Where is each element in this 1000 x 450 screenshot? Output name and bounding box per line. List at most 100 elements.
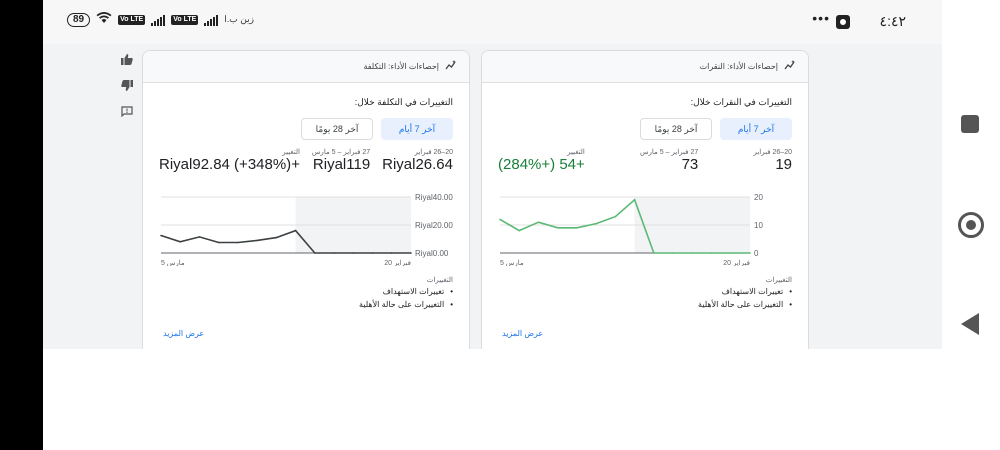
metric-previous: 27 فبراير – 5 مارس Riyal119 (312, 148, 370, 174)
feedback-actions (121, 54, 133, 132)
data-point (179, 241, 182, 243)
data-point (160, 234, 162, 237)
metric-value: Riyal26.64 (382, 156, 453, 173)
home-button[interactable] (958, 212, 984, 238)
status-icons: 89 Vo LTE Vo LTE زين ب.ا (67, 12, 254, 27)
data-point (749, 252, 751, 254)
cost-chart: Riyal40.00 Riyal20.00 Riyal0.00 5 مارس 20 فب… (143, 181, 469, 266)
card-header: إحصاءات الأداء: النقرات (482, 51, 808, 83)
data-point (314, 252, 316, 254)
clicks-chart-svg: 20 10 0 5 مارس 20 فبراير (499, 193, 763, 266)
recent-apps-button[interactable] (961, 115, 979, 133)
status-bar: 89 Vo LTE Vo LTE زين ب.ا ••• ٤:٤٢ (43, 0, 942, 44)
clicks-chart: 20 10 0 5 مارس 20 فبراير (482, 181, 808, 266)
data-point (256, 239, 258, 242)
metric-change: التغيير +Riyal92.84 (+348%) (159, 148, 300, 174)
card-title: إحصاءات الأداء: التكلفة (363, 62, 439, 71)
y-tick-label: Riyal40.00 (415, 193, 453, 202)
data-point (710, 252, 713, 254)
metric-value: 73 (681, 156, 699, 173)
metric-current: 20–26 فبراير 19 (753, 148, 792, 174)
y-tick-label: 10 (754, 221, 763, 230)
see-more-link[interactable]: عرض المزيد (502, 329, 543, 338)
y-tick-label: Riyal20.00 (415, 221, 453, 230)
card-header: إحصاءات الأداء: التكلفة (143, 51, 469, 83)
card-title: إحصاءات الأداء: النقرات (699, 62, 778, 71)
metric-change: التغيير +54 (+284%) (498, 148, 585, 174)
metrics-row: 20–26 فبراير Riyal26.64 27 فبراير – 5 ما… (159, 148, 453, 174)
volte-icon: Vo LTE (118, 14, 146, 25)
data-point (410, 252, 412, 254)
x-tick-label: 5 مارس (161, 259, 185, 266)
data-point (198, 236, 201, 238)
thumb-down-icon[interactable] (121, 80, 133, 94)
thumb-up-icon[interactable] (121, 54, 133, 68)
data-point (595, 222, 597, 225)
volte-icon-2: Vo LTE (171, 14, 199, 25)
data-point (614, 215, 617, 218)
change-item: التغييرات على حالة الأهلية (359, 300, 453, 309)
page-content: إحصاءات الأداء: التكلفة التغييرات في الت… (43, 44, 942, 349)
change-item: التغييرات على حالة الأهلية (698, 300, 792, 309)
metric-value: +Riyal92.84 (+348%) (159, 156, 300, 173)
metric-label: التغيير (567, 149, 585, 156)
data-point (499, 218, 501, 221)
data-point (275, 236, 278, 239)
cost-card: إحصاءات الأداء: التكلفة التغييرات في الت… (142, 50, 470, 349)
signal-icon (151, 14, 166, 26)
more-notifications-icon: ••• (812, 10, 830, 26)
y-tick-label: Riyal0.00 (415, 249, 449, 258)
insights-icon (445, 59, 457, 74)
system-nav-bar (942, 0, 1000, 450)
data-point (576, 227, 578, 229)
metric-label: 27 فبراير – 5 مارس (311, 149, 371, 156)
feedback-icon[interactable] (121, 106, 133, 120)
carrier-label: زين ب.ا (224, 14, 254, 24)
metric-label: التغيير (282, 149, 300, 156)
clicks-card: إحصاءات الأداء: النقرات التغييرات في الن… (481, 50, 809, 349)
period-toggle: آخر 7 أيام آخر 28 يومًا (159, 118, 453, 140)
data-point (691, 252, 694, 254)
x-tick-label: 20 فبراير (723, 259, 750, 266)
x-tick-label: 5 مارس (500, 259, 524, 266)
battery-indicator: 89 (67, 12, 91, 27)
see-more-link[interactable]: عرض المزيد (163, 329, 204, 338)
changes-label: التغييرات (426, 277, 453, 284)
data-point (653, 252, 655, 254)
metric-label: 20–26 فبراير (753, 149, 792, 156)
data-point (217, 241, 220, 244)
data-point (537, 221, 540, 223)
metric-label: 20–26 فبراير (414, 149, 453, 156)
data-point (390, 252, 393, 254)
card-subtitle: التغييرات في النقرات خلال: (690, 97, 792, 107)
data-point (633, 199, 636, 201)
metric-previous: 27 فبراير – 5 مارس 73 (640, 148, 698, 174)
last-7-days-button[interactable]: آخر 7 أيام (720, 118, 792, 140)
change-item: تغييرات الاستهداف (698, 287, 792, 296)
metric-value: Riyal119 (312, 156, 371, 173)
changes-label: التغييرات (765, 277, 792, 284)
signal-icon-2 (204, 14, 219, 26)
last-28-days-button[interactable]: آخر 28 يومًا (301, 118, 373, 140)
metrics-row: 20–26 فبراير 19 27 فبراير – 5 مارس 73 ال… (498, 148, 792, 174)
data-point (237, 241, 239, 244)
data-point (371, 252, 374, 254)
change-item: تغييرات الاستهداف (359, 287, 453, 296)
data-point (352, 252, 355, 254)
metric-current: 20–26 فبراير Riyal26.64 (382, 148, 453, 174)
card-subtitle: التغييرات في التكلفة خلال: (354, 97, 453, 107)
metric-value: 19 (775, 156, 792, 173)
clock: ٤:٤٢ (879, 13, 906, 29)
metric-label: 27 فبراير – 5 مارس (639, 149, 699, 156)
y-tick-label: 0 (754, 249, 759, 258)
data-point (556, 227, 559, 229)
insights-icon (784, 59, 796, 74)
cost-chart-svg: Riyal40.00 Riyal20.00 Riyal0.00 5 مارس 20 فب… (160, 193, 453, 266)
last-28-days-button[interactable]: آخر 28 يومًا (640, 118, 712, 140)
x-tick-label: 20 فبراير (384, 259, 411, 266)
data-point (672, 252, 674, 254)
changes-section: التغييرات تغييرات الاستهداف التغييرات عل… (359, 276, 453, 313)
changes-section: التغييرات تغييرات الاستهداف التغييرات عل… (698, 276, 792, 313)
last-7-days-button[interactable]: آخر 7 أيام (381, 118, 453, 140)
back-button[interactable] (961, 313, 979, 335)
